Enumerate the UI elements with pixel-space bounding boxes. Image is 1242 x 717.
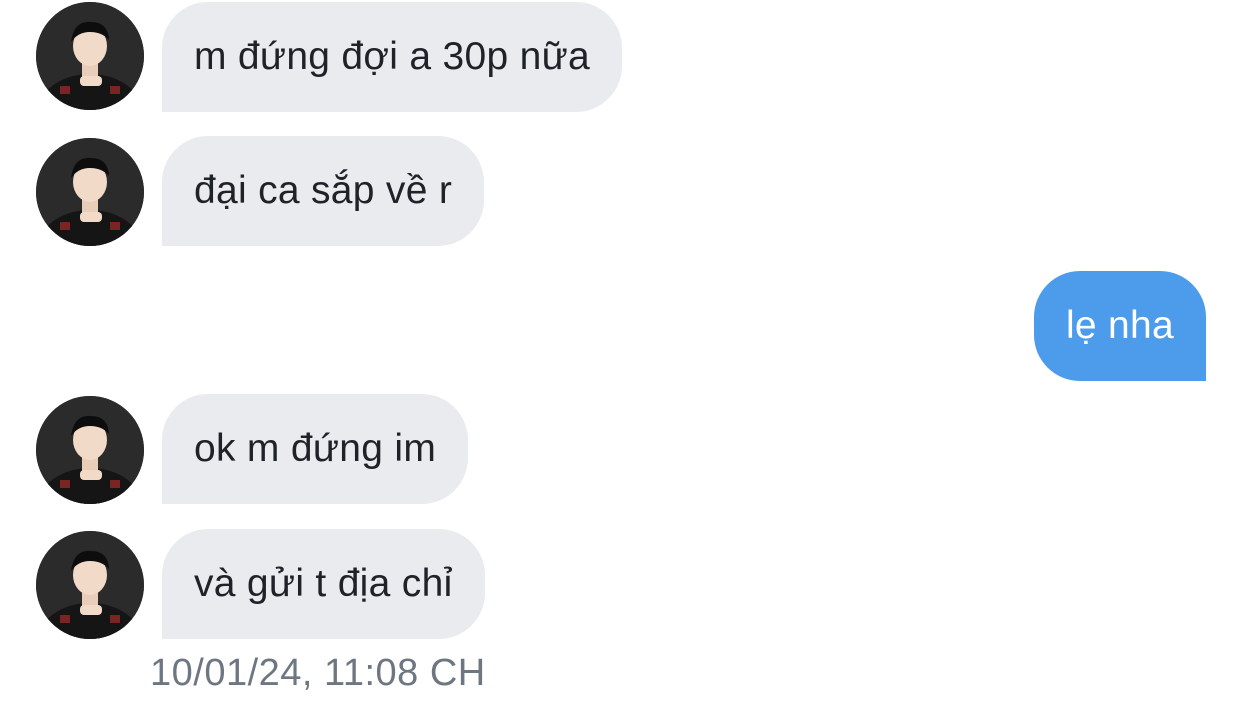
avatar-photo xyxy=(36,396,144,504)
message-text: m đứng đợi a 30p nữa xyxy=(194,35,591,78)
contact-avatar[interactable] xyxy=(36,531,144,639)
avatar-photo xyxy=(36,138,144,246)
message-text: đại ca sắp về r xyxy=(194,169,453,212)
message-row: lẹ nha xyxy=(0,271,1242,381)
message-text: lẹ nha xyxy=(1065,304,1174,347)
incoming-message-bubble[interactable]: m đứng đợi a 30p nữa xyxy=(162,2,623,112)
message-text: và gửi t địa chỉ xyxy=(194,562,453,605)
message-text: ok m đứng im xyxy=(194,427,437,470)
incoming-message-bubble[interactable]: và gửi t địa chỉ xyxy=(162,529,485,639)
message-row: ok m đứng im xyxy=(0,394,1242,504)
message-timestamp: 10/01/24, 11:08 CH xyxy=(150,652,486,694)
avatar-photo xyxy=(36,2,144,110)
message-row: đại ca sắp về r xyxy=(0,136,1242,246)
outgoing-message-bubble[interactable]: lẹ nha xyxy=(1033,271,1206,381)
avatar-photo xyxy=(36,531,144,639)
message-row: m đứng đợi a 30p nữa xyxy=(0,0,1242,112)
contact-avatar[interactable] xyxy=(36,2,144,110)
contact-avatar[interactable] xyxy=(36,138,144,246)
incoming-message-bubble[interactable]: ok m đứng im xyxy=(162,394,469,504)
contact-avatar[interactable] xyxy=(36,396,144,504)
message-row: và gửi t địa chỉ xyxy=(0,529,1242,639)
incoming-message-bubble[interactable]: đại ca sắp về r xyxy=(162,136,485,246)
